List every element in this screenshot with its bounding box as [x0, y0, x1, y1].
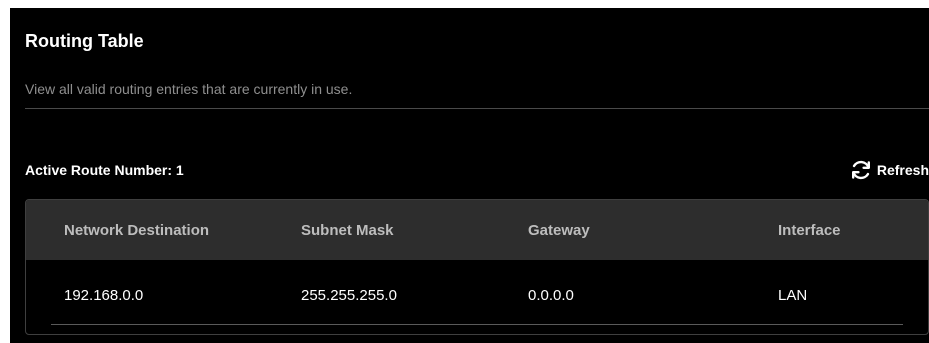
cell-subnet-mask: 255.255.255.0: [301, 287, 397, 304]
routing-table: Network Destination Subnet Mask Gateway …: [25, 199, 929, 335]
column-header-gateway: Gateway: [528, 222, 590, 239]
column-header-interface: Interface: [778, 222, 841, 239]
section-divider: [25, 108, 929, 109]
page-subtitle: View all valid routing entries that are …: [25, 81, 353, 97]
cell-network-destination: 192.168.0.0: [64, 287, 144, 304]
row-divider: [51, 324, 903, 325]
active-route-count: Active Route Number: 1: [25, 162, 184, 178]
cell-interface: LAN: [778, 287, 808, 304]
page-title: Routing Table: [25, 31, 144, 51]
column-header-subnet-mask: Subnet Mask: [301, 222, 394, 239]
refresh-icon: [849, 158, 873, 182]
cell-gateway: 0.0.0.0: [528, 287, 574, 304]
routing-table-panel: Routing Table View all valid routing ent…: [10, 8, 929, 343]
table-header-row: Network Destination Subnet Mask Gateway …: [26, 200, 928, 260]
refresh-button[interactable]: Refresh: [849, 157, 929, 183]
column-header-network-destination: Network Destination: [64, 222, 210, 239]
refresh-label: Refresh: [876, 162, 929, 178]
